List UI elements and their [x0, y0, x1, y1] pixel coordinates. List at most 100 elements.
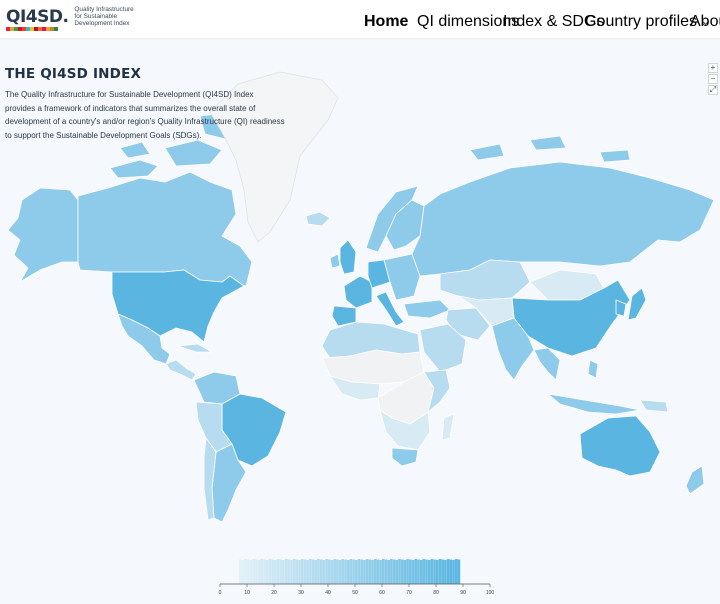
- legend-tick-label: 60: [379, 590, 385, 596]
- legend-gradient-strip: [346, 560, 350, 584]
- legend-gradient-strip: [333, 559, 336, 584]
- legend-gradient-strip: [263, 559, 266, 584]
- legend-gradient-strip: [309, 559, 312, 584]
- map-zoom-controls: + − ⤢: [708, 63, 718, 96]
- legend-gradient-strip: [368, 559, 372, 584]
- legend-gradient-strip: [306, 560, 309, 584]
- legend-gradient-strip: [314, 560, 318, 584]
- legend-gradient-strip: [382, 559, 385, 584]
- nav-country-profiles-label: Country profiles: [585, 13, 698, 30]
- legend-gradient-strip: [433, 559, 436, 584]
- legend-gradient-strip: [260, 559, 264, 584]
- legend-gradient-strip: [441, 559, 444, 584]
- legend-gradient-strip: [398, 559, 401, 584]
- legend-gradient-strip: [430, 559, 434, 584]
- legend-tick-label: 80: [433, 590, 439, 596]
- country-canada[interactable]: [77, 171, 253, 287]
- legend-gradient-strip: [355, 560, 358, 584]
- legend-gradient-strip: [249, 560, 253, 584]
- legend-gradient-strip: [292, 559, 296, 584]
- legend-gradient-strip: [284, 559, 288, 584]
- legend-tick-label: 20: [271, 590, 277, 596]
- legend-gradient-strip: [319, 559, 323, 584]
- legend-gradient-strip: [376, 559, 380, 584]
- legend-tick-label: 0: [219, 590, 222, 596]
- legend-gradient-strip: [400, 559, 404, 584]
- legend-gradient-strip: [244, 559, 247, 584]
- legend-gradient-strip: [363, 560, 366, 584]
- qi4sd-logo[interactable]: QI4SD. Quality Infrastructure for Sustai…: [6, 6, 136, 31]
- legend-gradient-strip: [449, 559, 453, 584]
- legend-gradient-strip: [379, 560, 382, 584]
- legend-tick-label: 90: [460, 590, 466, 596]
- legend-gradient-strip: [274, 560, 277, 584]
- legend-gradient-strip: [446, 559, 450, 584]
- legend-tick-label: 10: [244, 590, 250, 596]
- legend-gradient-strip: [338, 560, 342, 584]
- legend-gradient-strip: [444, 560, 447, 584]
- legend-gradient-strip: [252, 559, 255, 584]
- intro-panel: THE QI4SD INDEX The Quality Infrastructu…: [5, 66, 285, 142]
- intro-description: The Quality Infrastructure for Sustainab…: [5, 90, 285, 140]
- legend-gradient-strip: [352, 559, 355, 584]
- logo-color-bar: [6, 26, 58, 31]
- reset-view-icon[interactable]: ⤢: [708, 85, 718, 95]
- page-title: THE QI4SD INDEX: [5, 66, 142, 82]
- legend-tick-label: 70: [406, 590, 412, 596]
- legend-gradient-strip: [384, 559, 388, 584]
- legend-gradient-strip: [279, 559, 282, 584]
- legend-gradient-strip: [341, 559, 345, 584]
- legend-gradient-strip: [390, 559, 393, 584]
- logo-mark: QI4SD.: [6, 7, 69, 31]
- legend-gradient-strip: [392, 559, 396, 584]
- legend-gradient-strip: [452, 560, 455, 584]
- legend-gradient-strip: [330, 560, 334, 584]
- legend-gradient-strip: [282, 560, 285, 584]
- legend-gradient-strip: [325, 559, 328, 584]
- legend-gradient-strip: [373, 559, 377, 584]
- legend-gradient-strip: [406, 559, 409, 584]
- legend-tick-label: 40: [325, 590, 331, 596]
- legend-gradient-strip: [238, 559, 242, 584]
- legend-gradient-strip: [268, 559, 272, 584]
- legend-gradient-strip: [257, 560, 261, 584]
- legend-gradient-strip: [417, 559, 420, 584]
- legend-tick-label: 30: [298, 590, 304, 596]
- legend-gradient-strip: [317, 559, 320, 584]
- legend-gradient-strip: [422, 559, 426, 584]
- legend-tick-label: 50: [352, 590, 358, 596]
- zoom-in-button[interactable]: +: [708, 63, 718, 73]
- legend-gradient-strip: [290, 560, 293, 584]
- legend-gradient-strip: [409, 559, 412, 584]
- legend-gradient-strip: [322, 560, 326, 584]
- legend-gradient-strip: [371, 560, 374, 584]
- legend-gradient-strip: [336, 559, 339, 584]
- legend-gradient-strip: [427, 560, 431, 584]
- legend-gradient-strip: [311, 559, 315, 584]
- nav-home[interactable]: Home: [364, 13, 408, 31]
- legend-gradient-strip: [295, 559, 299, 584]
- legend-gradient-strip: [457, 559, 461, 584]
- legend-gradient-strip: [287, 559, 291, 584]
- logo-subtitle: Quality Infrastructure for Sustainable D…: [74, 6, 134, 27]
- legend-gradient-strip: [276, 559, 280, 584]
- legend-gradient-strip: [411, 560, 415, 584]
- legend-gradient-strip: [328, 559, 331, 584]
- top-navigation-bar: QI4SD. Quality Infrastructure for Sustai…: [0, 0, 720, 38]
- legend-gradient-strip: [395, 560, 399, 584]
- legend-gradient-strip: [247, 559, 250, 584]
- legend-gradient-strip: [271, 559, 274, 584]
- legend-gradient-strip: [255, 559, 258, 584]
- zoom-out-button[interactable]: −: [708, 74, 718, 84]
- legend-gradient-strip: [419, 560, 423, 584]
- index-legend: 0 10 20 30 40 50 60 70 80 90 100: [219, 559, 494, 596]
- legend-gradient-strip: [349, 559, 353, 584]
- legend-gradient-strip: [436, 560, 439, 584]
- nav-about[interactable]: About: [690, 13, 720, 31]
- legend-gradient-strip: [360, 559, 363, 584]
- legend-gradient-strip: [403, 560, 407, 584]
- legend-gradient-strip: [298, 560, 301, 584]
- legend-gradient-strip: [438, 559, 442, 584]
- legend-tick-label: 100: [486, 590, 494, 596]
- legend-gradient-strip: [365, 559, 369, 584]
